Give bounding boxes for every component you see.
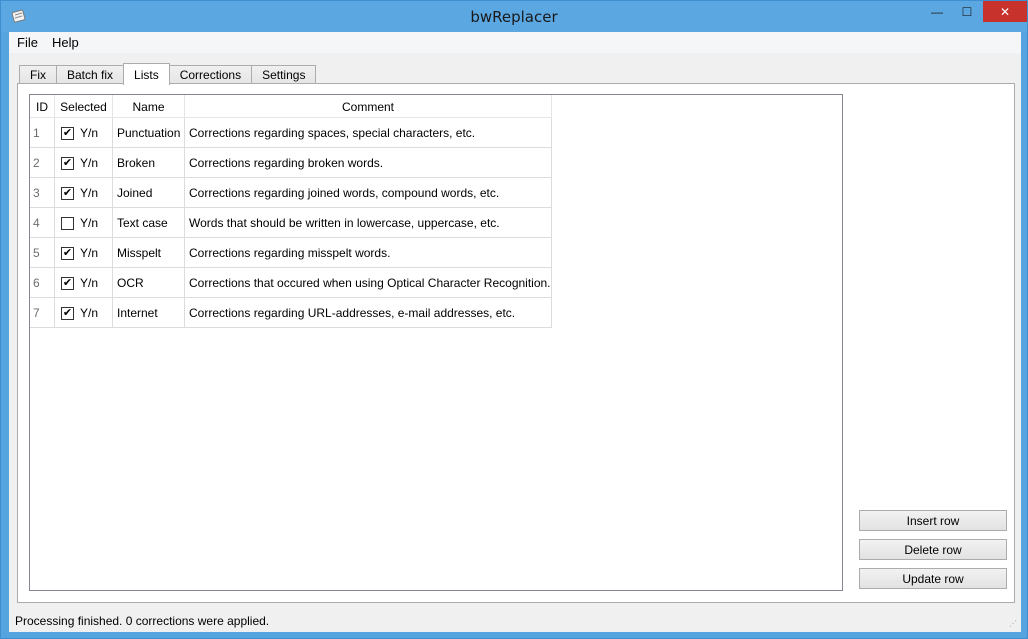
column-header-name[interactable]: Name [113,95,185,118]
check-icon: ✔ [62,246,73,259]
menu-help[interactable]: Help [44,35,85,50]
cell-comment[interactable]: Corrections regarding joined words, comp… [185,178,552,208]
checkbox[interactable]: ✔ [61,186,74,200]
menu-bar: File Help [9,32,1021,53]
selected-label: Y/n [80,126,99,140]
check-icon: ✔ [62,126,73,139]
tab-lists[interactable]: Lists [123,63,170,85]
checkbox[interactable]: ✔ [61,306,74,320]
cell-selected[interactable]: ✔ Y/n [55,238,113,268]
lists-table[interactable]: ID Selected Name Comment 1 ✔ Y/n Punctuatio… [29,94,843,591]
cell-comment[interactable]: Corrections regarding spaces, special ch… [185,118,552,148]
checkbox[interactable]: ✔ [61,126,74,140]
client-area: File Help Fix Batch fix Lists Correction… [9,32,1021,632]
selected-label: Y/n [80,276,99,290]
cell-name[interactable]: Misspelt [113,238,185,268]
checkbox[interactable]: ✔ [61,246,74,260]
column-header-selected[interactable]: Selected [55,95,113,118]
selected-label: Y/n [80,156,99,170]
cell-name[interactable]: Punctuation [113,118,185,148]
checkbox[interactable] [61,216,74,230]
cell-id[interactable]: 1 [30,118,55,148]
close-icon: ✕ [999,4,1011,19]
cell-name[interactable]: Internet [113,298,185,328]
cell-selected[interactable]: ✔ Y/n [55,178,113,208]
cell-id[interactable]: 4 [30,208,55,238]
cell-comment[interactable]: Corrections that occured when using Opti… [185,268,552,298]
check-icon: ✔ [62,156,73,169]
selected-label: Y/n [80,306,99,320]
cell-name[interactable]: Broken [113,148,185,178]
maximize-icon: ☐ [961,5,973,19]
cell-comment[interactable]: Corrections regarding broken words. [185,148,552,178]
insert-row-button[interactable]: Insert row [859,510,1007,531]
window-title: bwReplacer [470,8,558,26]
delete-row-button[interactable]: Delete row [859,539,1007,560]
table-row[interactable]: 6 ✔ Y/n OCR Corrections that occured when us… [30,268,552,298]
cell-comment[interactable]: Corrections regarding misspelt words. [185,238,552,268]
tab-batch-fix[interactable]: Batch fix [56,65,125,84]
tab-strip: Fix Batch fix Lists Corrections Settings [19,63,317,85]
column-header-comment[interactable]: Comment [185,95,552,118]
minimize-icon: — [931,5,943,19]
cell-id[interactable]: 7 [30,298,55,328]
lists-panel: ID Selected Name Comment 1 ✔ Y/n Punctuatio… [17,83,1015,603]
cell-comment[interactable]: Corrections regarding URL-addresses, e-m… [185,298,552,328]
update-row-button[interactable]: Update row [859,568,1007,589]
cell-id[interactable]: 6 [30,268,55,298]
status-text: Processing finished. 0 corrections were … [15,613,270,628]
close-button[interactable]: ✕ [983,1,1027,22]
cell-selected[interactable]: ✔ Y/n [55,268,113,298]
title-bar[interactable]: bwReplacer — ☐ ✕ [1,1,1027,32]
table-row[interactable]: 2 ✔ Y/n Broken Corrections regarding broken … [30,148,552,178]
tab-settings[interactable]: Settings [251,65,317,84]
checkbox[interactable]: ✔ [61,276,74,290]
table-row[interactable]: 4 Y/n Text case Words that should be writte… [30,208,552,238]
resize-grip-icon[interactable]: ⋰ [1009,620,1019,630]
table-row[interactable]: 3 ✔ Y/n Joined Corrections regarding joined … [30,178,552,208]
check-icon: ✔ [62,306,73,319]
selected-label: Y/n [80,246,99,260]
table-body: 1 ✔ Y/n Punctuation Corrections regarding sp… [30,118,552,328]
cell-selected[interactable]: ✔ Y/n [55,118,113,148]
cell-comment[interactable]: Words that should be written in lowercas… [185,208,552,238]
tab-corrections[interactable]: Corrections [168,65,253,84]
cell-name[interactable]: Text case [113,208,185,238]
cell-name[interactable]: OCR [113,268,185,298]
cell-selected[interactable]: Y/n [55,208,113,238]
table-row[interactable]: 7 ✔ Y/n Internet Corrections regarding URL-a… [30,298,552,328]
cell-selected[interactable]: ✔ Y/n [55,298,113,328]
selected-label: Y/n [80,216,99,230]
selected-label: Y/n [80,186,99,200]
table-header: ID Selected Name Comment [30,95,552,118]
cell-id[interactable]: 5 [30,238,55,268]
cell-id[interactable]: 2 [30,148,55,178]
app-window: bwReplacer — ☐ ✕ File Help Fix Batch fix… [0,0,1028,639]
cell-id[interactable]: 3 [30,178,55,208]
column-header-id[interactable]: ID [30,95,55,118]
cell-selected[interactable]: ✔ Y/n [55,148,113,178]
table-row[interactable]: 1 ✔ Y/n Punctuation Corrections regarding sp… [30,118,552,148]
checkbox[interactable]: ✔ [61,156,74,170]
maximize-button[interactable]: ☐ [953,1,981,23]
menu-file[interactable]: File [9,35,44,50]
check-icon: ✔ [62,276,73,289]
check-icon: ✔ [62,186,73,199]
table-row[interactable]: 5 ✔ Y/n Misspelt Corrections regarding missp… [30,238,552,268]
tab-fix[interactable]: Fix [19,65,57,84]
cell-name[interactable]: Joined [113,178,185,208]
minimize-button[interactable]: — [921,1,953,23]
status-bar: Processing finished. 0 corrections were … [9,609,1021,632]
